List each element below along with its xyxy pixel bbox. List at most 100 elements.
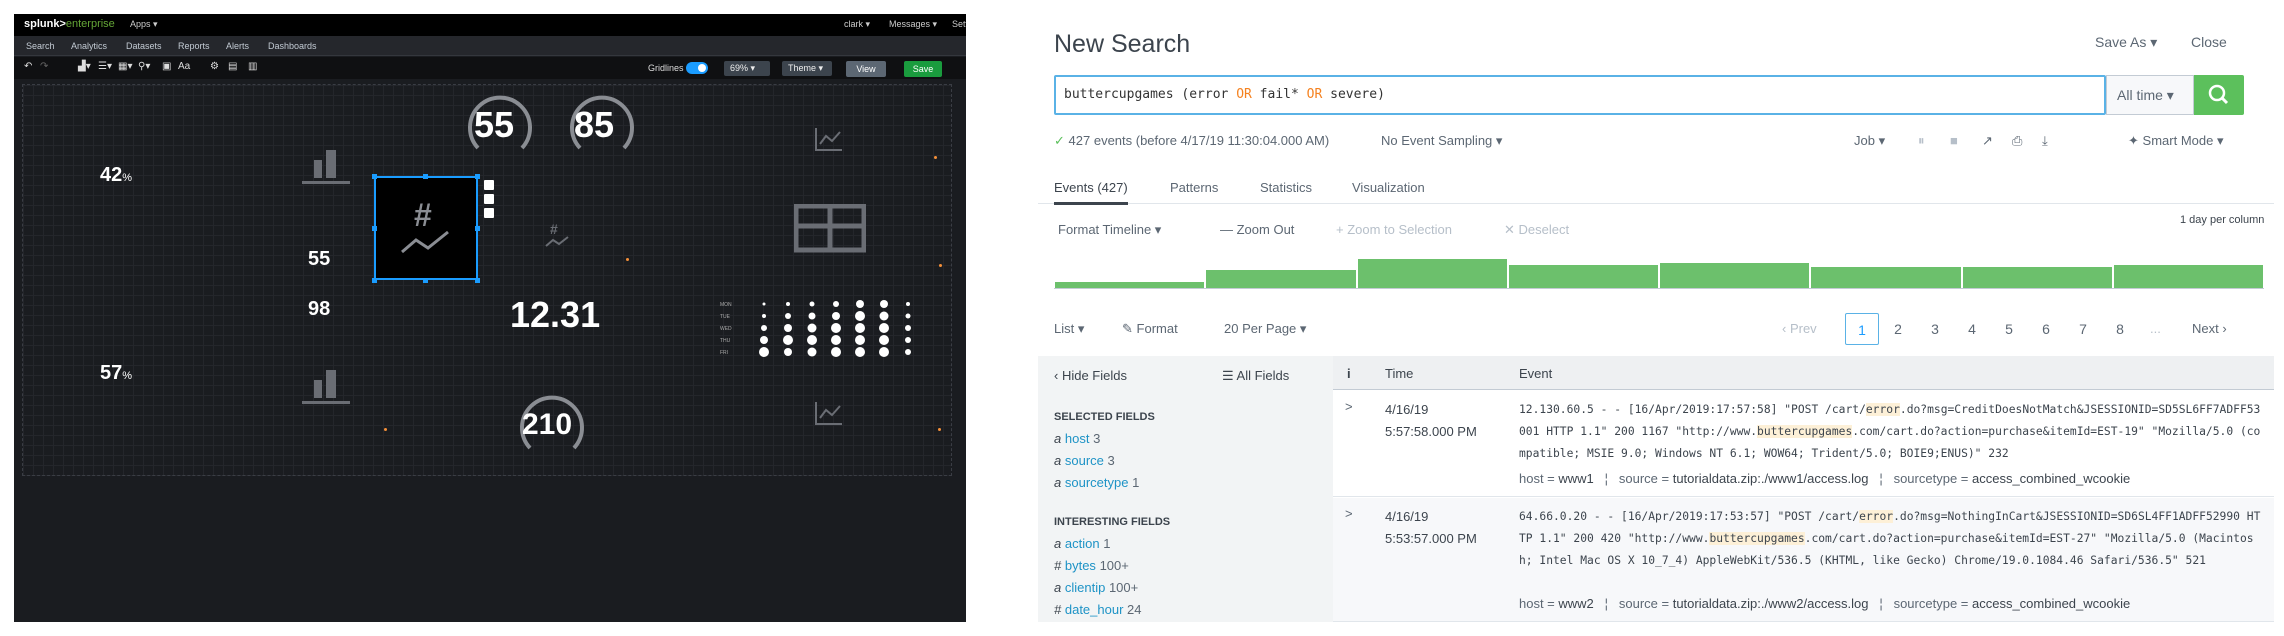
add-table-icon[interactable]: ▦▾ — [118, 61, 132, 72]
deselect-button[interactable]: ✕ Deselect — [1504, 222, 1569, 238]
widget-delete-icon[interactable] — [484, 180, 494, 190]
smart-mode-menu[interactable]: ✦ Smart Mode ▾ — [2128, 133, 2223, 149]
theme-select[interactable]: Theme ▾ — [782, 61, 832, 76]
tab-statistics[interactable]: Statistics — [1260, 180, 1312, 195]
resize-handle-se[interactable] — [475, 278, 480, 283]
resize-handle-sw[interactable] — [372, 278, 377, 283]
nav-dashboards[interactable]: Dashboards — [268, 41, 317, 51]
resize-handle-ne[interactable] — [475, 174, 480, 179]
search-input[interactable]: buttercupgames (error OR fail* OR severe… — [1054, 75, 2106, 115]
percent-value-bottom[interactable]: 57% — [100, 362, 132, 385]
field-source[interactable]: a source 3 — [1054, 453, 1115, 468]
nav-reports[interactable]: Reports — [178, 41, 210, 51]
field-clientip[interactable]: a clientip 100+ — [1054, 580, 1138, 595]
format-timeline-menu[interactable]: Format Timeline ▾ — [1058, 222, 1161, 238]
data-sources-icon[interactable]: ▤ — [228, 61, 237, 72]
timeline-bar[interactable] — [1357, 259, 1507, 288]
zoom-to-selection-button[interactable]: + Zoom to Selection — [1336, 222, 1452, 237]
time-column-header[interactable]: Time — [1385, 366, 1413, 381]
share-icon[interactable]: ↗ — [1982, 133, 1993, 149]
close-button[interactable]: Close — [2191, 34, 2227, 50]
resize-handle-s[interactable] — [423, 278, 428, 283]
singlevalue-small-icon[interactable]: # — [540, 218, 574, 252]
zoom-out-button[interactable]: — Zoom Out — [1220, 222, 1294, 237]
punchcard-chart[interactable] — [754, 296, 954, 366]
nav-analytics[interactable]: Analytics — [71, 41, 107, 51]
page-3[interactable]: 3 — [1918, 313, 1952, 345]
table-icon[interactable] — [794, 204, 866, 254]
page-2[interactable]: 2 — [1881, 313, 1915, 345]
tab-patterns[interactable]: Patterns — [1170, 180, 1218, 195]
save-button[interactable]: Save — [904, 61, 942, 77]
field-bytes[interactable]: # bytes 100+ — [1054, 558, 1129, 573]
add-singlevalue-icon[interactable]: ☰▾ — [98, 61, 112, 72]
apps-menu[interactable]: Apps ▾ — [130, 19, 158, 30]
user-menu[interactable]: clark ▾ — [844, 19, 870, 30]
timeline-bar[interactable] — [1811, 267, 1961, 288]
event-raw-text[interactable]: 12.130.60.5 - - [16/Apr/2019:17:57:58] "… — [1519, 399, 2263, 465]
resize-handle-nw[interactable] — [372, 174, 377, 179]
nav-datasets[interactable]: Datasets — [126, 41, 162, 51]
redo-icon[interactable]: ↷ — [40, 61, 48, 72]
search-button[interactable] — [2194, 75, 2244, 115]
event-sampling-menu[interactable]: No Event Sampling ▾ — [1381, 133, 1502, 149]
sourcetype-value[interactable]: access_combined_wcookie — [1972, 596, 2130, 611]
nav-search[interactable]: Search — [26, 41, 55, 51]
event-raw-text[interactable]: 64.66.0.20 - - [16/Apr/2019:17:53:57] "P… — [1519, 506, 2263, 572]
timeline-bar[interactable] — [1508, 265, 1658, 288]
add-text-button[interactable]: Aa — [178, 61, 190, 72]
nav-alerts[interactable]: Alerts — [226, 41, 249, 51]
timeline-bar[interactable] — [2113, 265, 2263, 288]
table-row[interactable]: > 4/16/19 5:57:58.000 PM 12.130.60.5 - - … — [1333, 391, 2274, 497]
config-gear-icon[interactable]: ⚙ — [210, 61, 219, 72]
source-code-icon[interactable]: ▥ — [248, 61, 257, 72]
single-value-98[interactable]: 98 — [308, 298, 330, 321]
page-5[interactable]: 5 — [1992, 313, 2026, 345]
resize-handle-e[interactable] — [475, 226, 480, 231]
sourcetype-value[interactable]: access_combined_wcookie — [1972, 471, 2130, 486]
widget-settings-icon[interactable] — [484, 208, 494, 218]
splunk-logo[interactable]: splunk>enterprise — [24, 18, 115, 30]
export-icon[interactable]: ⤓ — [2042, 133, 2048, 149]
big-single-value[interactable]: 12.31 — [510, 294, 600, 336]
time-range-picker[interactable]: All time ▾ — [2106, 75, 2194, 115]
undo-icon[interactable]: ↶ — [24, 61, 32, 72]
view-button[interactable]: View — [846, 61, 886, 77]
host-value[interactable]: www1 — [1558, 471, 1593, 486]
tab-events[interactable]: Events (427) — [1054, 180, 1128, 205]
format-menu[interactable]: ✎ Format — [1122, 321, 1178, 337]
pause-icon[interactable]: ⏸ — [1918, 133, 1925, 149]
hide-fields-button[interactable]: ‹ Hide Fields — [1054, 368, 1127, 383]
add-chart-icon[interactable]: ▟▾ — [78, 61, 91, 72]
event-timeline[interactable] — [1054, 251, 2264, 289]
add-image-icon[interactable]: ▣ — [162, 61, 171, 72]
bar-chart-icon-bottom[interactable] — [296, 360, 356, 410]
line-chart-icon-bottom[interactable] — [814, 400, 844, 428]
add-input-icon[interactable]: ⚲▾ — [138, 61, 150, 72]
timeline-bar[interactable] — [1660, 263, 1810, 288]
prev-page-button[interactable]: ‹ Prev — [1782, 321, 1817, 336]
stop-icon[interactable]: ■ — [1950, 133, 1958, 148]
print-icon[interactable]: ⎙ — [2012, 133, 2022, 149]
source-value[interactable]: tutorialdata.zip:./www1/access.log — [1673, 471, 1869, 486]
bar-chart-icon[interactable] — [296, 140, 356, 190]
resize-handle-n[interactable] — [423, 174, 428, 179]
page-8[interactable]: 8 — [2103, 313, 2137, 345]
field-action[interactable]: a action 1 — [1054, 536, 1110, 551]
per-page-menu[interactable]: 20 Per Page ▾ — [1224, 321, 1306, 337]
save-as-menu[interactable]: Save As ▾ — [2095, 34, 2157, 51]
page-6[interactable]: 6 — [2029, 313, 2063, 345]
timeline-bar[interactable] — [1206, 270, 1356, 288]
gridlines-toggle[interactable] — [686, 62, 708, 74]
expand-chevron-icon[interactable]: > — [1345, 506, 1353, 521]
line-chart-icon[interactable] — [814, 126, 844, 154]
zoom-select[interactable]: 69% ▾ — [724, 61, 770, 76]
next-page-button[interactable]: Next › — [2192, 321, 2227, 336]
job-menu[interactable]: Job ▾ — [1854, 133, 1885, 149]
field-date-hour[interactable]: # date_hour 24 — [1054, 602, 1142, 617]
all-fields-button[interactable]: ☰ All Fields — [1222, 368, 1289, 384]
settings-menu[interactable]: Sett — [952, 19, 966, 29]
widget-copy-icon[interactable] — [484, 194, 494, 204]
resize-handle-w[interactable] — [372, 226, 377, 231]
page-4[interactable]: 4 — [1955, 313, 1989, 345]
